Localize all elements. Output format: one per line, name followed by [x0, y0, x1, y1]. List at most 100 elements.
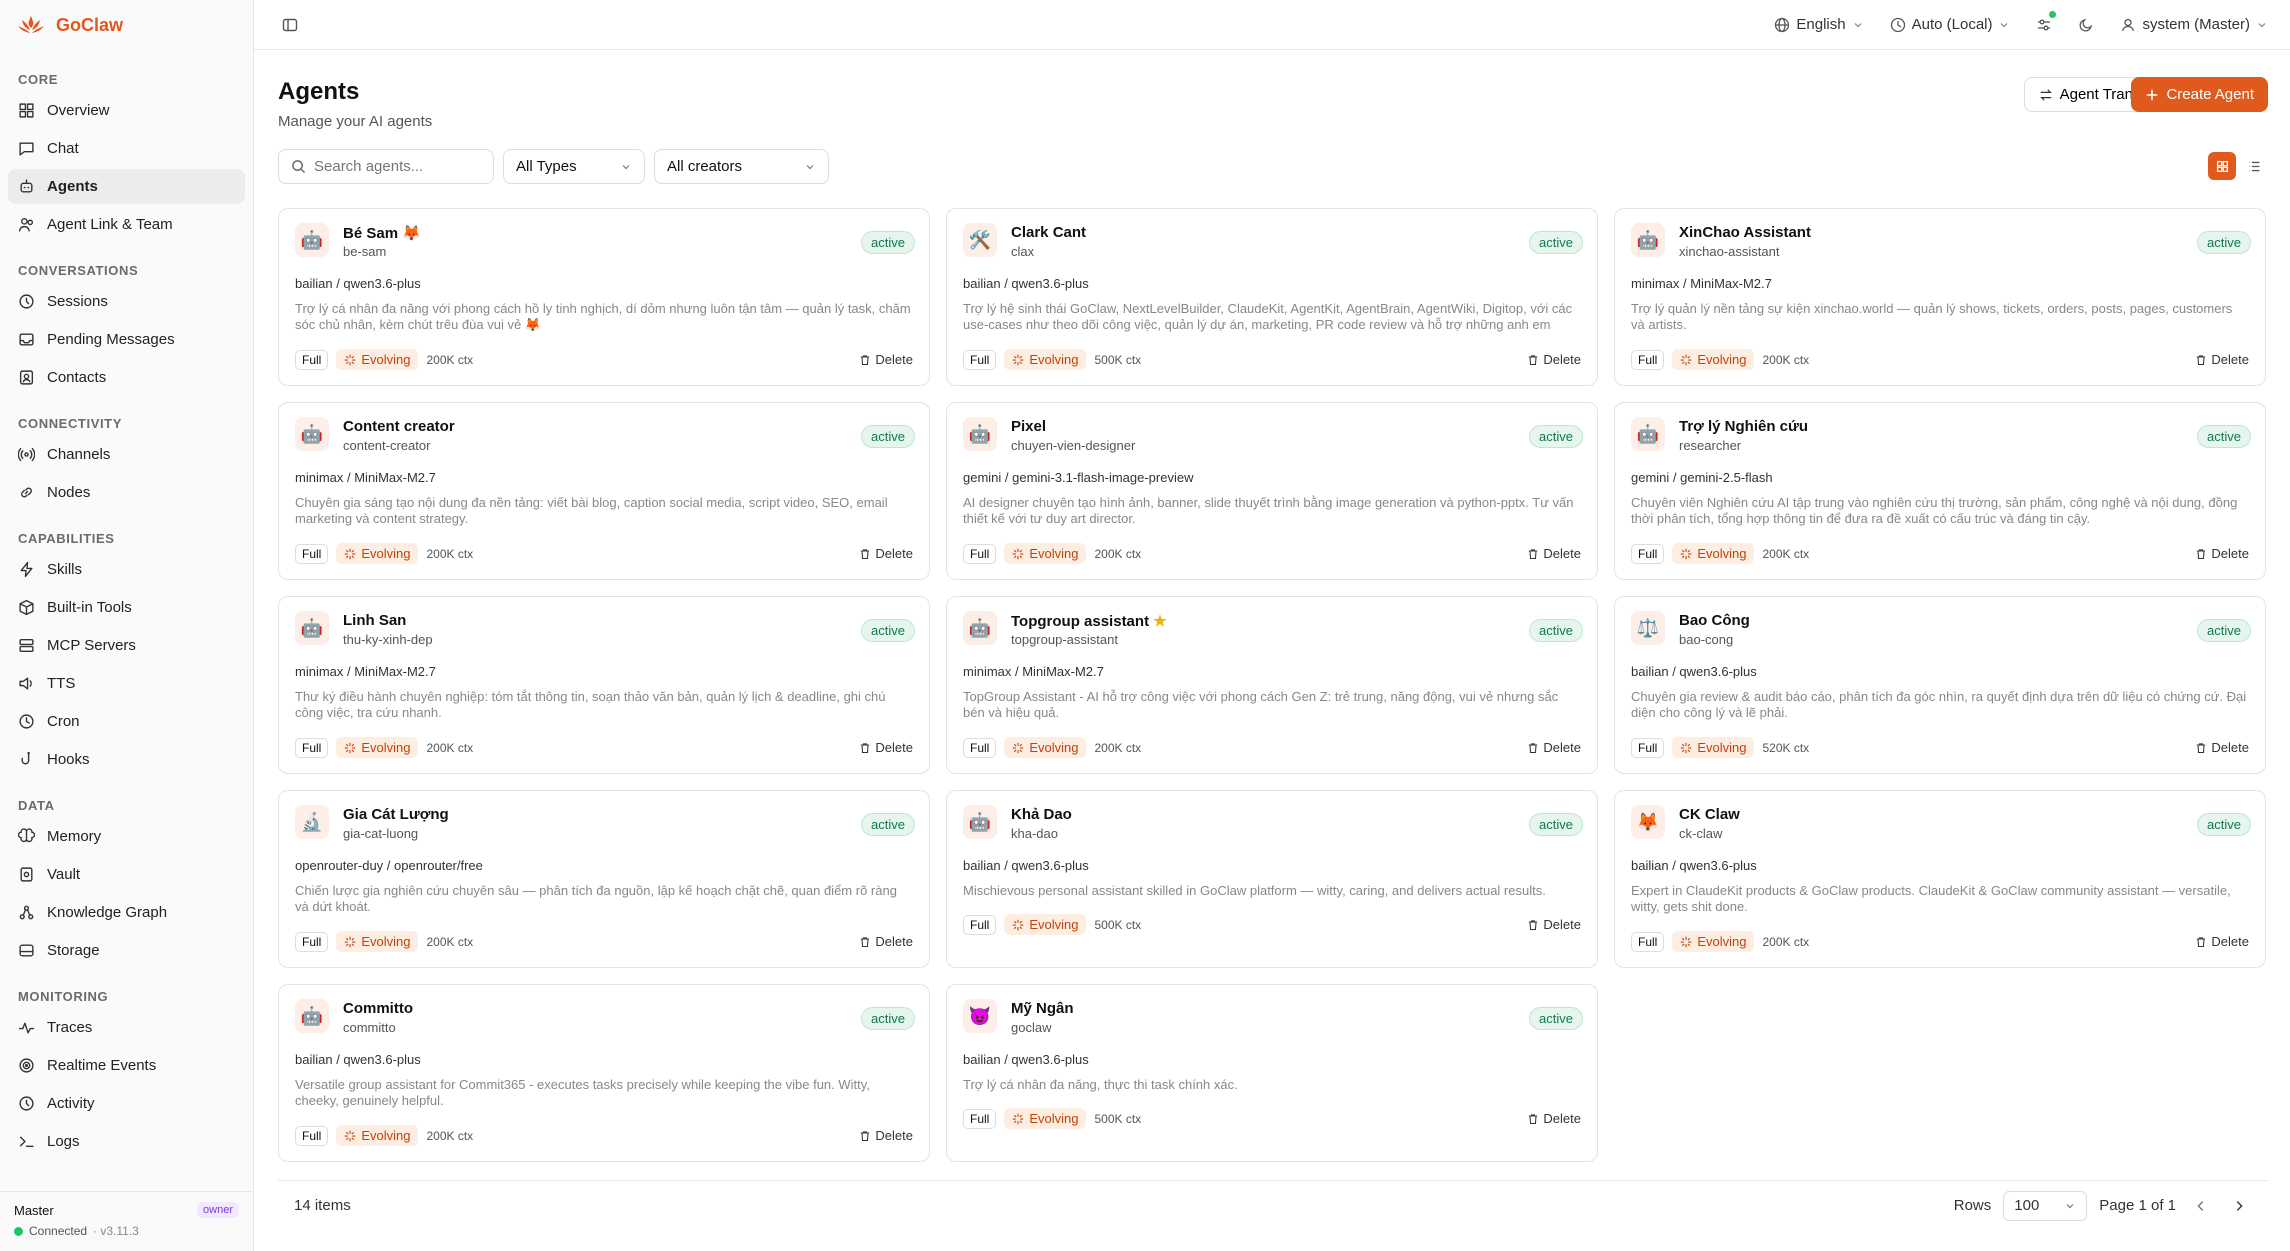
delete-button[interactable]: Delete [2195, 934, 2249, 949]
delete-button[interactable]: Delete [2195, 352, 2249, 367]
context-size: 200K ctx [426, 352, 474, 367]
sidebar-item-nodes[interactable]: Nodes [8, 475, 245, 510]
sidebar-item-cron[interactable]: Cron [8, 704, 245, 739]
sidebar-item-mcp-servers[interactable]: MCP Servers [8, 628, 245, 663]
delete-button[interactable]: Delete [859, 740, 913, 755]
agent-card-footer: Full Evolving 200K ctx Delete [295, 543, 913, 564]
transfer-icon [2039, 88, 2052, 101]
sidebar-item-knowledge-graph[interactable]: Knowledge Graph [8, 895, 245, 930]
sidebar-item-logs[interactable]: Logs [8, 1124, 245, 1159]
delete-button[interactable]: Delete [859, 1128, 913, 1143]
search-input[interactable] [314, 158, 474, 175]
agent-card[interactable]: 🦊 CK Claw ck-claw active bailian / qwen3… [1614, 790, 2266, 968]
agent-card[interactable]: 🤖 Khả Dao kha-dao active bailian / qwen3… [946, 790, 1598, 968]
delete-button[interactable]: Delete [1527, 546, 1581, 561]
sidebar-item-realtime-events[interactable]: Realtime Events [8, 1048, 245, 1083]
delete-button[interactable]: Delete [859, 934, 913, 949]
brand[interactable]: GoClaw [0, 0, 253, 50]
creator-filter-select[interactable]: All creators [654, 149, 829, 184]
agent-card[interactable]: 🤖 Pixel chuyen-vien-designer active gemi… [946, 402, 1598, 580]
sidebar-item-agent-link-team[interactable]: Agent Link & Team [8, 207, 245, 242]
evolving-tag: Evolving [336, 349, 419, 370]
sidebar-item-agents[interactable]: Agents [8, 169, 245, 204]
agent-card[interactable]: 🤖 Bé Sam 🦊 be-sam active bailian / qwen3… [278, 208, 930, 386]
user-menu[interactable]: system (Master) [2120, 16, 2268, 33]
agent-card[interactable]: 🤖 Linh San thu-ky-xinh-dep active minima… [278, 596, 930, 774]
sidebar-item-vault[interactable]: Vault [8, 857, 245, 892]
sidebar-item-memory[interactable]: Memory [8, 819, 245, 854]
agent-key: researcher [1679, 438, 1742, 453]
delete-button[interactable]: Delete [859, 546, 913, 561]
globe-icon [1775, 17, 1790, 32]
sidebar-item-channels[interactable]: Channels [8, 437, 245, 472]
sparkle-icon [345, 936, 356, 947]
evolving-tag: Evolving [1672, 349, 1755, 370]
sidebar-toggle-icon[interactable] [276, 11, 304, 39]
agent-card[interactable]: 😈 Mỹ Ngân goclaw active bailian / qwen3.… [946, 984, 1598, 1162]
agent-avatar-icon: 🛠️ [963, 223, 997, 257]
list-view-icon[interactable] [2240, 152, 2268, 180]
theme-toggle-button[interactable] [2078, 17, 2094, 33]
sidebar-item-hooks[interactable]: Hooks [8, 742, 245, 777]
next-page-button[interactable] [2226, 1193, 2252, 1219]
sidebar-item-contacts[interactable]: Contacts [8, 360, 245, 395]
page-subtitle: Manage your AI agents [278, 113, 433, 130]
rows-per-page-select[interactable]: 100 [2003, 1190, 2088, 1221]
sidebar-item-overview[interactable]: Overview [8, 93, 245, 128]
timezone-select[interactable]: Auto (Local) [1890, 16, 2011, 33]
context-size: 200K ctx [1762, 546, 1810, 561]
agent-card[interactable]: 🤖 Content creator content-creator active… [278, 402, 930, 580]
sidebar-item-pending-messages[interactable]: Pending Messages [8, 322, 245, 357]
prev-page-button[interactable] [2188, 1193, 2214, 1219]
agent-name: Khả Dao [1011, 806, 1072, 823]
sidebar-item-skills[interactable]: Skills [8, 552, 245, 587]
create-agent-button[interactable]: Create Agent [2131, 77, 2268, 112]
type-filter-select[interactable]: All Types [503, 149, 645, 184]
status-badge: active [2197, 813, 2251, 836]
delete-button[interactable]: Delete [1527, 740, 1581, 755]
grid-icon [19, 103, 34, 118]
sidebar-item-tts[interactable]: TTS [8, 666, 245, 701]
settings-sliders-button[interactable] [2036, 10, 2057, 33]
delete-button[interactable]: Delete [1527, 1111, 1581, 1126]
agent-card-footer: Full Evolving 200K ctx Delete [963, 737, 1581, 758]
grid-view-icon[interactable] [2208, 152, 2236, 180]
sidebar-item-traces[interactable]: Traces [8, 1010, 245, 1045]
goclaw-logo-icon [18, 16, 44, 33]
agent-model: minimax / MiniMax-M2.7 [1631, 276, 1772, 291]
server-icon [19, 638, 34, 653]
agent-card[interactable]: 🛠️ Clark Cant clax active bailian / qwen… [946, 208, 1598, 386]
delete-button[interactable]: Delete [1527, 352, 1581, 367]
delete-button[interactable]: Delete [2195, 740, 2249, 755]
context-size: 200K ctx [1762, 352, 1810, 367]
agent-avatar-icon: 🤖 [1631, 223, 1665, 257]
sidebar-item-activity[interactable]: Activity [8, 1086, 245, 1121]
sidebar-footer[interactable]: Master owner Connected · v3.11.3 [0, 1191, 253, 1251]
trash-icon [2197, 548, 2206, 559]
agent-card[interactable]: 🤖 XinChao Assistant xinchao-assistant ac… [1614, 208, 2266, 386]
delete-button[interactable]: Delete [1527, 917, 1581, 932]
delete-button[interactable]: Delete [2195, 546, 2249, 561]
sidebar-nav: CORE Overview Chat Agents Agent Link & Team C… [0, 50, 253, 1159]
agent-card[interactable]: 🤖 Topgroup assistant ★ topgroup-assistan… [946, 596, 1598, 774]
agent-name: Gia Cát Lượng [343, 806, 449, 823]
delete-button[interactable]: Delete [859, 352, 913, 367]
sidebar-item-built-in-tools[interactable]: Built-in Tools [8, 590, 245, 625]
agent-card[interactable]: 🔬 Gia Cát Lượng gia-cat-luong active ope… [278, 790, 930, 968]
language-select[interactable]: English [1774, 16, 1863, 33]
agent-card[interactable]: 🤖 Trợ lý Nghiên cứu researcher active ge… [1614, 402, 2266, 580]
sidebar-item-sessions[interactable]: Sessions [8, 284, 245, 319]
agent-card[interactable]: ⚖️ Bao Công bao-cong active bailian / qw… [1614, 596, 2266, 774]
context-size: 200K ctx [1094, 546, 1142, 561]
agent-avatar-icon: 🤖 [963, 611, 997, 645]
search-box[interactable] [278, 149, 494, 184]
agent-card[interactable]: 🤖 Committo committo active bailian / qwe… [278, 984, 930, 1162]
chevron-right-icon [2236, 1200, 2243, 1211]
sidebar-item-chat[interactable]: Chat [8, 131, 245, 166]
evolving-tag: Evolving [1672, 543, 1755, 564]
sidebar-item-storage[interactable]: Storage [8, 933, 245, 968]
agent-name: Topgroup assistant ★ [1011, 613, 1167, 630]
star-icon: ★ [1153, 613, 1167, 630]
users-icon [18, 217, 34, 232]
agent-card-footer: Full Evolving 520K ctx Delete [1631, 737, 2249, 758]
